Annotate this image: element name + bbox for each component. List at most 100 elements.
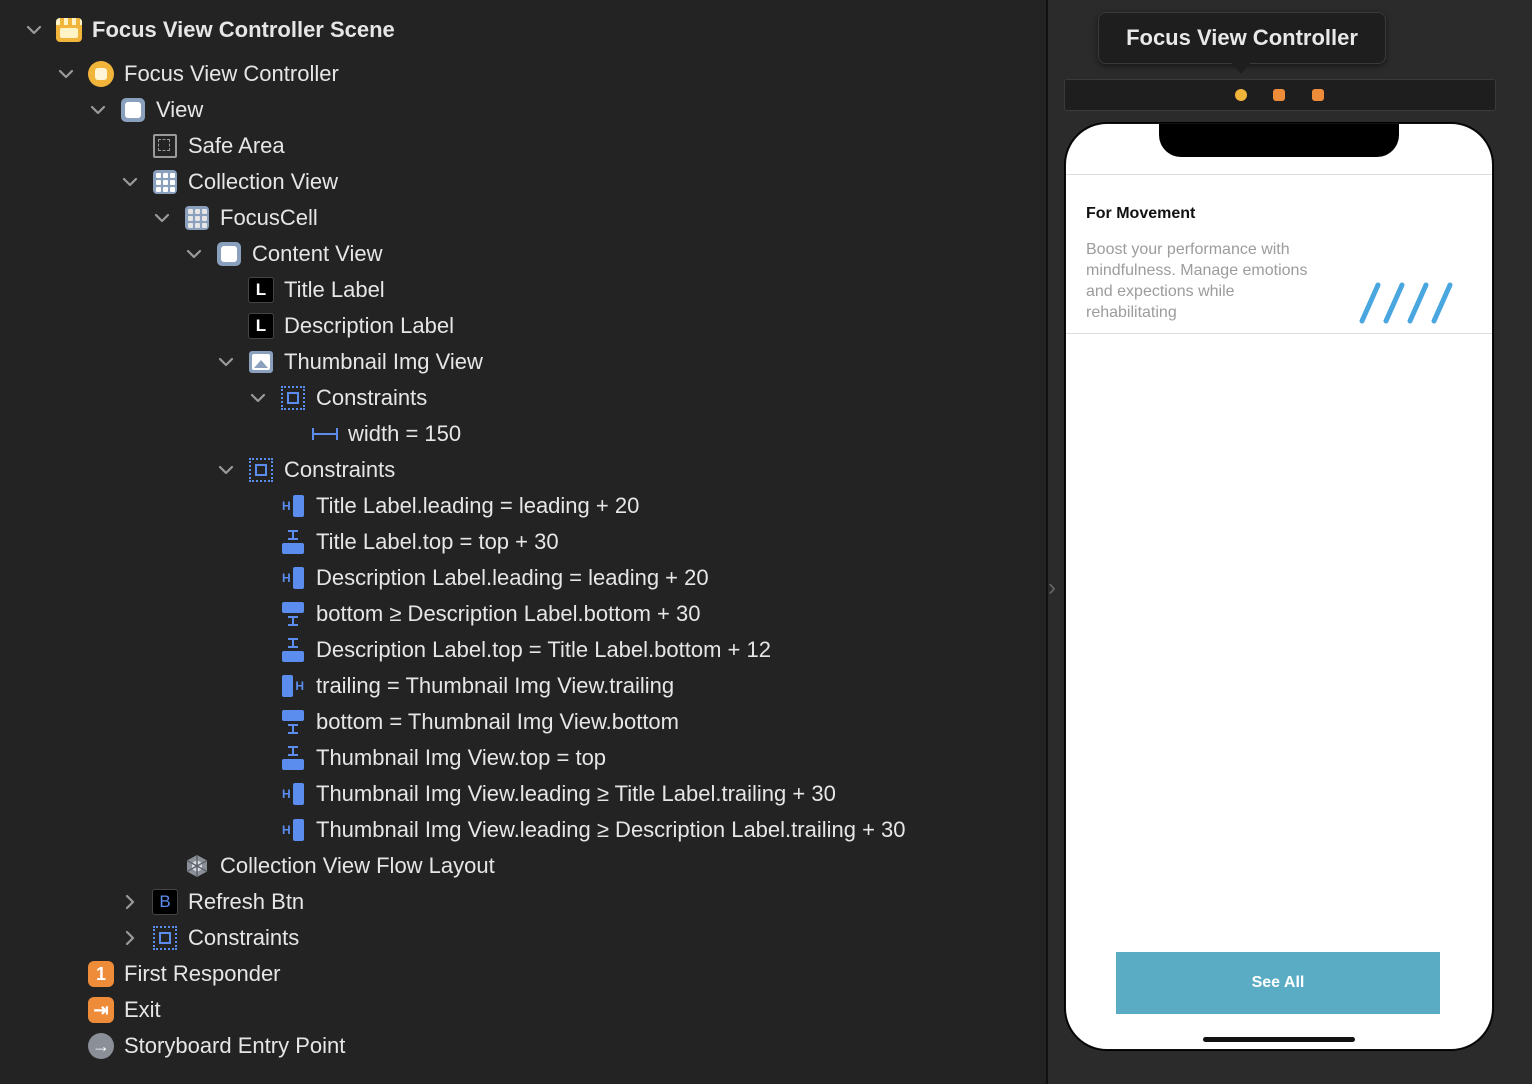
- outline-row-label: Storyboard Entry Point: [124, 1033, 346, 1058]
- outline-row[interactable]: Collection View Flow Layout: [184, 848, 495, 884]
- bottom-constraint-icon: [280, 601, 306, 627]
- outline-row-label: Focus View Controller Scene: [92, 17, 395, 42]
- label-icon: L: [248, 313, 274, 339]
- outline-row-label: Constraints: [188, 925, 300, 950]
- outline-row[interactable]: Constraints: [218, 452, 396, 488]
- outline-row-label: Content View: [252, 241, 383, 266]
- collection-view-icon: [152, 169, 178, 195]
- focus-cell[interactable]: For Movement Boost your performance with…: [1066, 174, 1492, 334]
- tooltip-tail: [1231, 62, 1251, 74]
- outline-row-label: bottom = Thumbnail Img View.bottom: [316, 709, 679, 734]
- chevron-down-icon[interactable]: [88, 100, 108, 120]
- chevron-down-icon[interactable]: [120, 172, 140, 192]
- outline-row-label: Description Label: [284, 313, 454, 338]
- outline-row[interactable]: Content View: [186, 236, 383, 272]
- chevron-down-icon[interactable]: [152, 208, 172, 228]
- outline-row[interactable]: → Storyboard Entry Point: [88, 1028, 345, 1064]
- outline-row[interactable]: Thumbnail Img View.top = top: [280, 740, 606, 776]
- chevron-down-icon[interactable]: [56, 64, 76, 84]
- chevron-down-icon[interactable]: [216, 460, 236, 480]
- safe-area-icon: [152, 133, 178, 159]
- outline-row-label: Description Label.leading = leading + 20: [316, 565, 709, 590]
- outline-row-label: Refresh Btn: [188, 889, 305, 914]
- outline-row[interactable]: H Description Label.leading = leading + 2…: [280, 560, 709, 596]
- cell-description-label: Boost your performance with mindfulness.…: [1086, 241, 1308, 321]
- outline-row-label: Constraints: [316, 385, 428, 410]
- scene-title-tooltip: Focus View Controller: [1098, 12, 1386, 64]
- bottom-constraint-icon: [280, 709, 306, 735]
- leading-constraint-icon: H: [280, 781, 306, 807]
- outline-row[interactable]: View: [90, 92, 204, 128]
- view-controller-dock-icon[interactable]: [1235, 89, 1247, 101]
- outline-row[interactable]: H Title Label.leading = leading + 20: [280, 488, 639, 524]
- outline-row[interactable]: H Thumbnail Img View.leading ≥ Title Labe…: [280, 776, 836, 812]
- outline-row[interactable]: H Thumbnail Img View.leading ≥ Descriptio…: [280, 812, 906, 848]
- constraints-icon: [152, 925, 178, 951]
- constraints-icon: [280, 385, 306, 411]
- phone-notch: [1159, 124, 1399, 157]
- outline-row-label: Collection View Flow Layout: [220, 853, 495, 878]
- exit-dock-icon[interactable]: [1312, 89, 1324, 101]
- see-all-button[interactable]: See All: [1116, 952, 1440, 1014]
- outline-row[interactable]: Constraints: [125, 920, 300, 956]
- top-constraint-icon: [280, 637, 306, 663]
- button-icon-glyph: B: [152, 889, 178, 915]
- exit-icon-glyph: ⇥: [88, 997, 114, 1023]
- outline-row-label: First Responder: [124, 961, 281, 986]
- outline-row-label: Collection View: [188, 169, 339, 194]
- chevron-down-icon[interactable]: [24, 20, 44, 40]
- outline-row-label: FocusCell: [220, 205, 318, 230]
- outline-row-label: Title Label: [284, 277, 385, 302]
- thumbnail-stroke: [1383, 282, 1405, 324]
- chevron-down-icon[interactable]: [216, 352, 236, 372]
- view-icon: [120, 97, 146, 123]
- outline-row[interactable]: width = 150: [312, 416, 461, 452]
- outline-row-label: Thumbnail Img View.leading ≥ Title Label…: [316, 781, 836, 806]
- outline-row-label: Thumbnail Img View: [284, 349, 483, 374]
- top-constraint-icon: [280, 745, 306, 771]
- outline-row[interactable]: Htrailing = Thumbnail Img View.trailing: [280, 668, 674, 704]
- chevron-right-icon[interactable]: [120, 892, 140, 912]
- document-outline: Focus View Controller Scene Focus View Co…: [0, 0, 1046, 1084]
- view-controller-icon: [88, 61, 114, 87]
- outline-row-label: Constraints: [284, 457, 396, 482]
- leading-constraint-icon: H: [280, 817, 306, 843]
- outline-row[interactable]: Thumbnail Img View: [218, 344, 483, 380]
- outline-row[interactable]: Constraints: [250, 380, 428, 416]
- chevron-right-icon[interactable]: [120, 928, 140, 948]
- chevron-down-icon[interactable]: [248, 388, 268, 408]
- entry-point-icon: →: [88, 1033, 114, 1059]
- scene-icon: [56, 17, 82, 43]
- outline-row[interactable]: Title Label.top = top + 30: [280, 524, 559, 560]
- image-view-icon: [248, 349, 274, 375]
- iphone-frame[interactable]: For Movement Boost your performance with…: [1065, 123, 1493, 1050]
- first-responder-dock-icon[interactable]: [1273, 89, 1285, 101]
- label-icon: L: [248, 277, 274, 303]
- outline-row[interactable]: FocusCell: [154, 200, 318, 236]
- thumbnail-stroke: [1359, 282, 1381, 324]
- thumbnail-stroke: [1431, 282, 1453, 324]
- outline-row[interactable]: Description Label.top = Title Label.bott…: [280, 632, 771, 668]
- outline-row[interactable]: 1 First Responder: [88, 956, 281, 992]
- chevron-down-icon[interactable]: [184, 244, 204, 264]
- outline-row-label: Thumbnail Img View.top = top: [316, 745, 607, 770]
- outline-row[interactable]: Focus View Controller: [58, 56, 339, 92]
- outline-row[interactable]: Focus View Controller Scene: [26, 12, 395, 48]
- outline-row[interactable]: L Description Label: [248, 308, 454, 344]
- outline-row-label: bottom ≥ Description Label.bottom + 30: [316, 601, 701, 626]
- home-indicator: [1203, 1037, 1355, 1042]
- outline-row[interactable]: Safe Area: [152, 128, 285, 164]
- outline-row[interactable]: Collection View: [122, 164, 339, 200]
- outline-row-label: Safe Area: [188, 133, 285, 158]
- outline-row-label: View: [156, 97, 204, 122]
- scene-dock[interactable]: [1064, 79, 1496, 111]
- width-constraint-icon: [312, 421, 338, 447]
- label-icon-glyph: L: [248, 313, 274, 339]
- outline-row[interactable]: B Refresh Btn: [125, 884, 305, 920]
- constraints-icon: [248, 457, 274, 483]
- outline-row[interactable]: L Title Label: [248, 272, 385, 308]
- outline-row[interactable]: bottom ≥ Description Label.bottom + 30: [280, 596, 700, 632]
- outline-row-label: Description Label.top = Title Label.bott…: [316, 637, 771, 662]
- outline-row[interactable]: ⇥ Exit: [88, 992, 161, 1028]
- outline-row[interactable]: bottom = Thumbnail Img View.bottom: [280, 704, 679, 740]
